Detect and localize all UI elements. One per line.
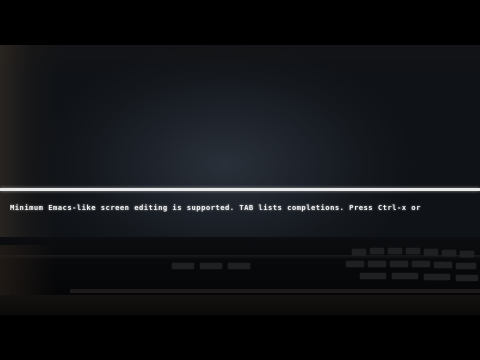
keyboard-key <box>172 263 194 269</box>
keyboard-key <box>456 275 478 281</box>
bezel-edge <box>0 255 480 259</box>
monitor-photo: Minimum Emacs-like screen editing is sup… <box>0 45 480 315</box>
screen-top-shade <box>0 45 480 75</box>
keyboard-key <box>388 248 402 254</box>
keyboard-key <box>200 263 222 269</box>
keyboard-key <box>228 263 250 269</box>
keyboard-key <box>424 249 438 255</box>
desk-edge <box>70 289 480 293</box>
keyboard-key <box>352 249 366 255</box>
keyboard-key <box>406 248 420 254</box>
keyboard-key <box>390 261 408 267</box>
desk-surface <box>0 295 480 315</box>
video-frame: Minimum Emacs-like screen editing is sup… <box>0 0 480 360</box>
keyboard-key <box>456 263 476 269</box>
letterbox-bottom <box>0 315 480 360</box>
keyboard-key <box>392 273 418 279</box>
terminal-divider-line <box>0 188 480 191</box>
keyboard-key <box>370 248 384 254</box>
keyboard-key <box>460 251 474 257</box>
keyboard-key <box>346 261 364 267</box>
keyboard-key <box>360 273 386 279</box>
keyboard-key <box>442 250 456 256</box>
keyboard-key <box>424 274 450 280</box>
keyboard-key <box>368 261 386 267</box>
keyboard-key <box>434 262 452 268</box>
terminal-status-message: Minimum Emacs-like screen editing is sup… <box>10 203 421 212</box>
keyboard-key <box>412 261 430 267</box>
letterbox-top <box>0 0 480 45</box>
